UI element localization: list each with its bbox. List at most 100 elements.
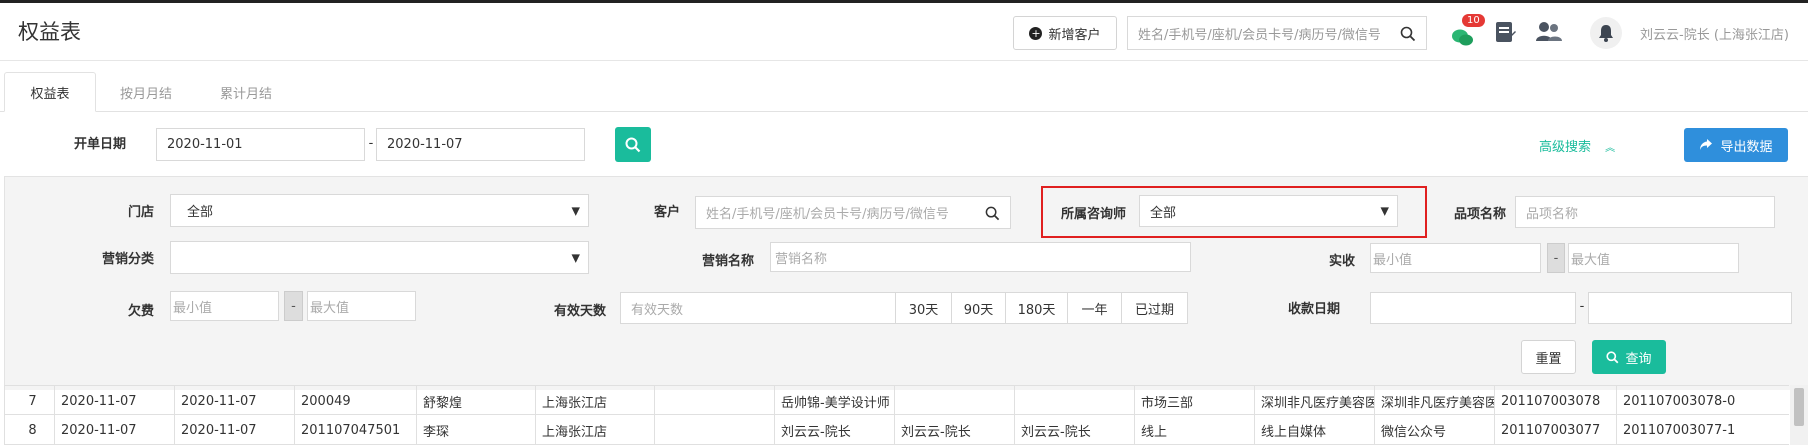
actual-received-min-placeholder: 最小值 <box>1373 252 1413 268</box>
arrears-max-input[interactable]: 最大值 <box>307 291 416 321</box>
start-date-input[interactable]: 2020-11-01 <box>156 128 365 161</box>
store-select[interactable]: 全部 ▼ <box>170 194 589 227</box>
table-cell: 市场三部 <box>1134 386 1254 416</box>
table-cell: 线上自媒体 <box>1254 415 1374 445</box>
table-cell: 深圳非凡医疗美容医 <box>1254 386 1374 416</box>
search-icon[interactable] <box>985 206 1000 221</box>
add-customer-label: 新增客户 <box>1048 27 1101 43</box>
marketing-name-label: 营销名称 <box>701 254 754 269</box>
payment-date-end-input[interactable] <box>1588 292 1792 324</box>
table-cell: 线上 <box>1134 415 1254 445</box>
vertical-scrollbar[interactable] <box>1790 385 1808 445</box>
team-button[interactable] <box>1534 19 1564 47</box>
date-search-button[interactable] <box>615 127 651 162</box>
notes-button[interactable] <box>1493 19 1519 47</box>
global-search-input[interactable]: 姓名/手机号/座机/会员卡号/病历号/微信号 <box>1127 16 1427 50</box>
reset-button[interactable]: 重置 <box>1521 340 1576 374</box>
customer-search-placeholder: 姓名/手机号/座机/会员卡号/病历号/微信号 <box>706 207 949 222</box>
tab-monthly-settlement[interactable]: 按月月结 <box>96 72 196 112</box>
table-row[interactable]: 7 2020-11-07 2020-11-07 200049 舒黎煌 上海张江店 岳帅锦-美… <box>4 385 1789 416</box>
tab-rights-table[interactable]: 权益表 <box>4 72 96 112</box>
advanced-search-label: 高级搜索 <box>1539 140 1592 155</box>
table-cell: 2020-11-07 <box>54 386 174 416</box>
marketing-category-label: 营销分类 <box>101 252 154 267</box>
consultant-select-value: 全部 <box>1150 205 1177 221</box>
valid-days-input[interactable]: 有效天数 <box>620 292 896 324</box>
valid-days-180-button[interactable]: 180天 <box>1006 292 1068 324</box>
end-date-input[interactable]: 2020-11-07 <box>376 128 585 161</box>
table-cell <box>654 415 774 445</box>
search-icon <box>1606 350 1619 363</box>
data-table: 7 2020-11-07 2020-11-07 200049 舒黎煌 上海张江店 岳帅锦-美… <box>4 385 1808 445</box>
table-cell: 刘云云-院长 <box>1014 415 1134 445</box>
item-name-label: 品项名称 <box>1453 207 1506 222</box>
query-label: 查询 <box>1625 351 1652 367</box>
valid-days-one-year-button[interactable]: 一年 <box>1068 292 1122 324</box>
valid-days-placeholder: 有效天数 <box>631 302 684 318</box>
order-date-label: 开单日期 <box>73 137 126 152</box>
arrears-min-placeholder: 最小值 <box>173 300 213 316</box>
marketing-category-select[interactable]: ▼ <box>170 241 589 274</box>
message-badge: 10 <box>1462 14 1485 27</box>
caret-down-icon: ▼ <box>571 251 580 264</box>
tab-cumulative-settlement[interactable]: 累计月结 <box>196 72 296 112</box>
item-name-input[interactable]: 品项名称 <box>1515 196 1775 228</box>
table-cell: 深圳非凡医疗美容医 <box>1374 386 1494 416</box>
valid-days-30-button[interactable]: 30天 <box>896 292 952 324</box>
global-search-placeholder: 姓名/手机号/座机/会员卡号/病历号/微信号 <box>1138 27 1381 43</box>
actual-received-max-input[interactable]: 最大值 <box>1568 243 1739 273</box>
table-cell: 201107003078-0 <box>1616 386 1789 416</box>
table-cell: 2020-11-07 <box>174 415 294 445</box>
export-data-button[interactable]: 导出数据 <box>1684 128 1788 162</box>
table-cell: 2020-11-07 <box>54 415 174 445</box>
team-icon <box>1536 22 1562 41</box>
valid-days-90-button[interactable]: 90天 <box>952 292 1006 324</box>
date-separator: - <box>368 136 374 151</box>
add-customer-button[interactable]: + 新增客户 <box>1013 16 1117 50</box>
table-cell: 舒黎煌 <box>416 386 535 416</box>
arrears-max-placeholder: 最大值 <box>310 300 350 316</box>
table-cell: 201107003077-1 <box>1616 415 1789 445</box>
scrollbar-thumb[interactable] <box>1794 388 1804 426</box>
payment-date-start-input[interactable] <box>1370 292 1576 324</box>
customer-label: 客户 <box>653 205 680 220</box>
caret-down-icon: ▼ <box>571 204 580 217</box>
notification-button[interactable] <box>1590 17 1622 49</box>
user-menu[interactable]: 刘云云-院长 (上海张江店) <box>1640 24 1808 44</box>
search-icon <box>625 137 641 153</box>
query-button[interactable]: 查询 <box>1592 340 1666 374</box>
share-arrow-icon <box>1700 139 1713 150</box>
bell-icon <box>1599 25 1613 42</box>
page-title: 权益表 <box>18 20 81 44</box>
table-cell: 上海张江店 <box>535 386 654 416</box>
arrears-min-input[interactable]: 最小值 <box>170 291 279 321</box>
consultant-select[interactable]: 全部 ▼ <box>1139 195 1398 227</box>
actual-received-separator: - <box>1547 243 1565 273</box>
customer-search-input[interactable]: 姓名/手机号/座机/会员卡号/病历号/微信号 <box>695 196 1011 229</box>
wechat-message-button[interactable]: 10 <box>1448 14 1485 49</box>
search-icon[interactable] <box>1400 26 1416 42</box>
arrears-label: 欠费 <box>127 304 154 319</box>
marketing-name-input[interactable]: 营销名称 <box>770 242 1191 272</box>
store-label: 门店 <box>127 205 154 220</box>
table-cell: 201107003077 <box>1494 415 1616 445</box>
advanced-search-toggle[interactable]: 高级搜索 ︽ <box>1539 136 1629 155</box>
table-cell: 李琛 <box>416 415 535 445</box>
end-date-value: 2020-11-07 <box>387 137 463 152</box>
table-cell: 200049 <box>294 386 416 416</box>
table-cell: 岳帅锦-美学设计师 <box>774 386 894 416</box>
actual-received-max-placeholder: 最大值 <box>1571 252 1611 268</box>
start-date-value: 2020-11-01 <box>167 137 243 152</box>
table-cell: 2020-11-07 <box>174 386 294 416</box>
marketing-name-placeholder: 营销名称 <box>775 251 828 267</box>
valid-days-expired-button[interactable]: 已过期 <box>1122 292 1188 324</box>
table-cell: 7 <box>4 386 54 416</box>
item-name-placeholder: 品项名称 <box>1526 206 1579 222</box>
table-cell: 刘云云-院长 <box>894 415 1014 445</box>
table-row[interactable]: 8 2020-11-07 2020-11-07 201107047501 李琛 上海张江店… <box>4 415 1789 445</box>
table-cell: 8 <box>4 415 54 445</box>
payment-date-separator: - <box>1579 299 1585 314</box>
actual-received-min-input[interactable]: 最小值 <box>1370 243 1541 273</box>
table-cell <box>654 386 774 416</box>
valid-days-label: 有效天数 <box>553 304 606 319</box>
